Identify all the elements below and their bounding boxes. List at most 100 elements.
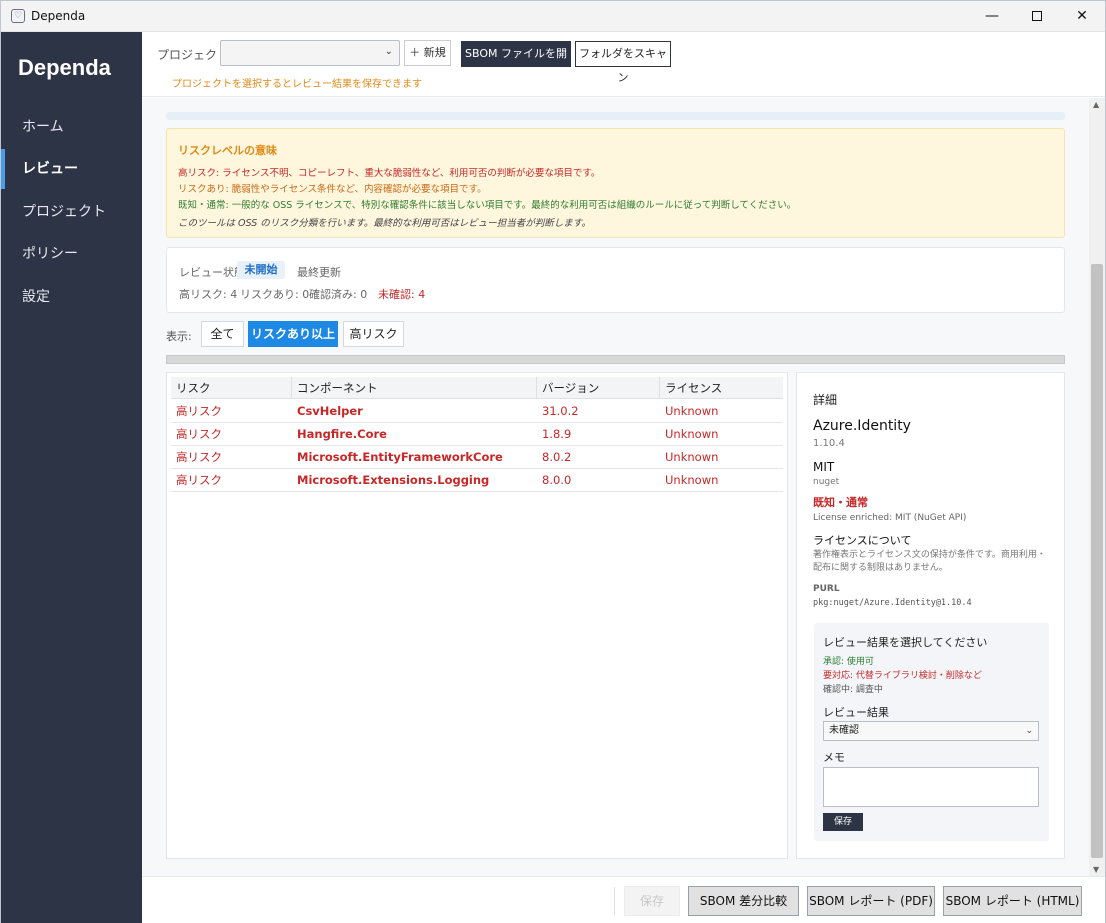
cell-version: 8.0.2 — [542, 450, 572, 464]
open-sbom-button[interactable]: SBOM ファイルを開く — [461, 41, 571, 86]
cell-risk: 高リスク — [176, 473, 222, 487]
title-bar: ♡ Dependa — ✕ — [1, 1, 1105, 32]
review-option-action: 要対応: 代替ライブラリ検討・削除など — [823, 671, 982, 681]
license-about-text: 著作権表示とライセンス文の保持が条件です。商用利用・配布に関する制限はありません… — [813, 550, 1046, 573]
cell-version: 8.0.0 — [542, 473, 572, 487]
save-button[interactable]: 保存 — [624, 886, 680, 916]
table-row[interactable]: 高リスク CsvHelper 31.0.2 Unknown — [171, 400, 783, 423]
sidebar: Dependa ホーム レビュー プロジェクト ポリシー 設定 — [1, 32, 142, 923]
cell-license: Unknown — [665, 404, 719, 418]
brand-logo: Dependa — [18, 55, 111, 80]
review-result-select[interactable]: 未確認 ⌄ — [823, 721, 1039, 741]
last-updated-label: 最終更新 — [297, 266, 341, 279]
sidebar-item-project[interactable]: プロジェクト — [1, 192, 142, 232]
project-hint: プロジェクトを選択するとレビュー結果を保存できます — [172, 79, 422, 90]
column-header-component[interactable]: コンポーネント — [292, 377, 537, 399]
table-header: リスク コンポーネント バージョン ライセンス — [171, 377, 783, 399]
chevron-down-icon: ⌄ — [1025, 726, 1033, 736]
cell-version: 31.0.2 — [542, 404, 579, 418]
progress-strip — [166, 112, 1065, 120]
column-header-version[interactable]: バージョン — [537, 377, 660, 399]
review-form-title: レビュー結果を選択してください — [823, 636, 988, 649]
risk-legend: リスクレベルの意味 高リスク: ライセンス不明、コピーレフト、重大な脆弱性など、… — [166, 128, 1065, 238]
sidebar-item-policy[interactable]: ポリシー — [1, 234, 142, 274]
review-status-label: レビュー状態 — [179, 266, 245, 279]
sidebar-item-settings[interactable]: 設定 — [1, 277, 142, 317]
window-title: Dependa — [31, 9, 86, 23]
sbom-diff-button[interactable]: SBOM 差分比較 — [688, 886, 799, 916]
detail-heading: 詳細 — [813, 393, 838, 407]
review-result-value: 未確認 — [829, 725, 859, 736]
vertical-scrollbar[interactable]: ▲ ▼ — [1089, 98, 1105, 876]
component-license: MIT — [813, 460, 835, 474]
column-header-risk[interactable]: リスク — [171, 377, 292, 399]
legend-known: 既知・通常: 一般的な OSS ライセンスで、特別な確認条件に該当しない項目です… — [178, 200, 797, 211]
sidebar-item-review[interactable]: レビュー — [1, 149, 142, 189]
cell-risk: 高リスク — [176, 404, 222, 418]
app-icon: ♡ — [11, 9, 25, 23]
cell-component: Hangfire.Core — [297, 427, 387, 441]
risk-classification: 既知・通常 — [813, 496, 868, 509]
cell-license: Unknown — [665, 450, 719, 464]
action-separator — [614, 887, 615, 915]
component-version: 1.10.4 — [813, 438, 845, 449]
chevron-down-icon: ⌄ — [384, 46, 393, 57]
maximize-icon[interactable] — [1014, 1, 1060, 32]
license-enriched: License enriched: MIT (NuGet API) — [813, 513, 967, 523]
filter-high-risk-button[interactable]: 高リスク — [343, 321, 404, 347]
count-confirmed: 確認済み: 0 — [309, 288, 368, 301]
bottom-action-bar: 保存 SBOM 差分比較 SBOM レポート (PDF) SBOM レポート (… — [142, 876, 1105, 923]
cell-component: Microsoft.Extensions.Logging — [297, 473, 490, 487]
filter-risk-plus-button[interactable]: リスクあり以上 — [248, 321, 338, 347]
review-status-panel: レビュー状態 未開始 最終更新 高リスク: 4 リスクあり: 0 確認済み: 0… — [166, 247, 1065, 313]
scrollbar-thumb[interactable] — [1091, 264, 1103, 858]
count-risk: リスクあり: 0 — [240, 288, 310, 301]
license-about-title: ライセンスについて — [813, 534, 912, 547]
cell-license: Unknown — [665, 427, 719, 441]
review-option-checking: 確認中: 調査中 — [823, 685, 883, 695]
status-badge: 未開始 — [237, 261, 285, 279]
cell-license: Unknown — [665, 473, 719, 487]
purl-value: pkg:nuget/Azure.Identity@1.10.4 — [813, 598, 972, 608]
scroll-down-icon[interactable]: ▼ — [1093, 865, 1099, 874]
app-window: ♡ Dependa — ✕ Dependa ホーム レビュー プロジェクト ポリ… — [0, 0, 1106, 923]
sidebar-item-home[interactable]: ホーム — [1, 107, 142, 147]
review-save-button[interactable]: 保存 — [823, 813, 863, 831]
table-row[interactable]: 高リスク Hangfire.Core 1.8.9 Unknown — [171, 423, 783, 446]
cell-component: CsvHelper — [297, 404, 363, 418]
close-icon[interactable]: ✕ — [1059, 1, 1105, 32]
cell-version: 1.8.9 — [542, 427, 572, 441]
scroll-up-icon[interactable]: ▲ — [1093, 100, 1099, 109]
review-result-label: レビュー結果 — [823, 706, 889, 719]
review-option-approve: 承認: 使用可 — [823, 657, 874, 667]
column-header-license[interactable]: ライセンス — [660, 377, 783, 399]
component-ecosystem: nuget — [813, 477, 840, 487]
cell-risk: 高リスク — [176, 427, 222, 441]
sbom-report-html-button[interactable]: SBOM レポート (HTML) — [943, 886, 1082, 916]
minimize-icon[interactable]: — — [969, 1, 1015, 32]
sbom-report-pdf-button[interactable]: SBOM レポート (PDF) — [807, 886, 935, 916]
detail-panel: 詳細 Azure.Identity 1.10.4 MIT nuget 既知・通常… — [796, 372, 1065, 859]
table-row[interactable]: 高リスク Microsoft.EntityFrameworkCore 8.0.2… — [171, 446, 783, 469]
main-content: リスクレベルの意味 高リスク: ライセンス不明、コピーレフト、重大な脆弱性など、… — [142, 98, 1089, 876]
count-high-risk: 高リスク: 4 — [179, 288, 238, 301]
legend-note: このツールは OSS のリスク分類を行います。最終的な利用可否はレビュー担当者が… — [178, 218, 591, 229]
memo-textarea[interactable] — [823, 767, 1039, 807]
memo-label: メモ — [823, 751, 845, 764]
purl-label: PURL — [813, 584, 840, 594]
cell-component: Microsoft.EntityFrameworkCore — [297, 450, 503, 464]
legend-risk: リスクあり: 脆弱性やライセンス条件など、内容確認が必要な項目です。 — [178, 184, 487, 195]
review-form: レビュー結果を選択してください 承認: 使用可 要対応: 代替ライブラリ検討・削… — [814, 623, 1049, 841]
project-select[interactable]: ⌄ — [220, 40, 400, 66]
top-toolbar: プロジェクト: ⌄ ＋ 新規 SBOM ファイルを開く フォルダをスキャン プロ… — [142, 32, 1105, 97]
scan-folder-button[interactable]: フォルダをスキャン — [575, 41, 671, 84]
component-table: リスク コンポーネント バージョン ライセンス 高リスク CsvHelper 3… — [166, 372, 788, 859]
filter-all-button[interactable]: 全て — [201, 321, 244, 347]
cell-risk: 高リスク — [176, 450, 222, 464]
legend-high-risk: 高リスク: ライセンス不明、コピーレフト、重大な脆弱性など、利用可否の判断が必要… — [178, 168, 601, 179]
table-row[interactable]: 高リスク Microsoft.Extensions.Logging 8.0.0 … — [171, 469, 783, 492]
new-project-button[interactable]: ＋ 新規 — [404, 40, 451, 66]
filter-label: 表示: — [166, 330, 192, 343]
divider-bar — [166, 355, 1065, 364]
count-unconfirmed: 未確認: 4 — [378, 288, 426, 301]
